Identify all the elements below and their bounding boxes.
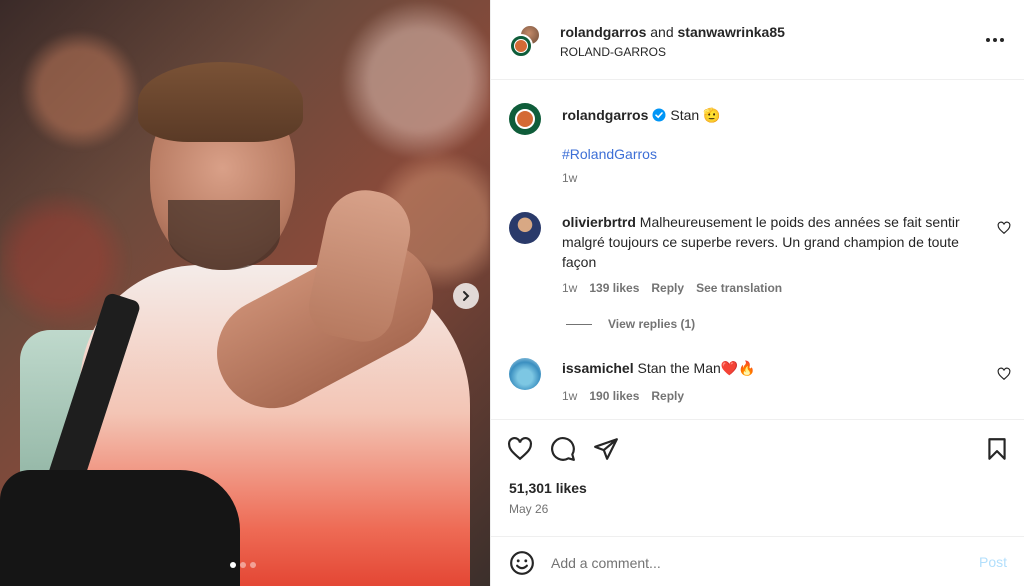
caption-meta: 1w [562, 171, 577, 185]
tennis-player-photo [0, 0, 490, 586]
save-button[interactable] [984, 436, 1010, 462]
caption-time[interactable]: 1w [562, 171, 577, 185]
avatar[interactable] [509, 103, 541, 135]
comment-time[interactable]: 1w [562, 281, 577, 295]
carousel-dot [240, 562, 246, 568]
view-replies-label: View replies (1) [608, 317, 696, 331]
heart-icon [508, 436, 532, 461]
replies-divider [566, 323, 592, 325]
see-translation-button[interactable]: See translation [696, 281, 782, 295]
comment-icon [551, 437, 575, 461]
comment-meta: 1w 139 likes Reply See translation [562, 281, 782, 295]
comment-text: Stan the Man❤️🔥 [637, 360, 756, 376]
comment-username[interactable]: olivierbrtrd [562, 214, 636, 230]
caption-hashtag[interactable]: #RolandGarros [562, 146, 657, 162]
bookmark-icon [988, 438, 1006, 460]
carousel-dot [230, 562, 236, 568]
post-details-panel: rolandgarros and stanwawrinka85 ROLAND-G… [490, 0, 1024, 586]
comment-likes[interactable]: 190 likes [589, 389, 639, 403]
like-comment-heart-icon[interactable] [997, 367, 1011, 381]
carousel-next-button[interactable] [453, 283, 479, 309]
author-link[interactable]: rolandgarros [560, 24, 646, 40]
chevron-right-icon [463, 291, 470, 301]
avatar[interactable] [509, 212, 541, 244]
emoji-button[interactable] [509, 550, 535, 576]
comment-button[interactable] [550, 436, 576, 462]
like-comment-heart-icon[interactable] [997, 221, 1011, 235]
view-replies-button[interactable]: View replies (1) [566, 317, 695, 331]
comment-time[interactable]: 1w [562, 389, 577, 403]
author-link[interactable]: stanwawrinka85 [678, 24, 785, 40]
post-authors: rolandgarros and stanwawrinka85 [560, 24, 785, 40]
comment-body: issamichel Stan the Man❤️🔥 [562, 358, 982, 378]
post-comment-button[interactable]: Post [979, 554, 1007, 570]
add-comment-bar: Post [491, 536, 1024, 586]
caption: rolandgarros Stan 🫡 [562, 105, 720, 125]
post-header: rolandgarros and stanwawrinka85 ROLAND-G… [491, 0, 1024, 80]
avatar [509, 34, 533, 58]
more-horizontal-icon [986, 38, 1004, 42]
send-icon [594, 438, 618, 460]
post-photo[interactable] [0, 0, 490, 586]
comment-meta: 1w 190 likes Reply [562, 389, 684, 403]
post-actions: 51,301 likes May 26 Post [491, 419, 1024, 586]
comment-username[interactable]: issamichel [562, 360, 634, 376]
emoji-icon [510, 551, 534, 575]
likes-count[interactable]: 51,301 likes [509, 480, 587, 496]
instagram-post-modal: rolandgarros and stanwawrinka85 ROLAND-G… [0, 0, 1024, 586]
caption-username[interactable]: rolandgarros [562, 105, 648, 125]
avatar[interactable] [509, 358, 541, 390]
comment-body: olivierbrtrd Malheureusement le poids de… [562, 212, 982, 272]
more-options-button[interactable] [983, 30, 1007, 50]
share-button[interactable] [593, 436, 619, 462]
like-button[interactable] [507, 436, 533, 462]
author-joiner: and [650, 24, 674, 40]
post-date[interactable]: May 26 [509, 502, 548, 516]
collab-avatars[interactable] [509, 24, 545, 60]
carousel-dot [250, 562, 256, 568]
reply-button[interactable]: Reply [651, 389, 684, 403]
reply-button[interactable]: Reply [651, 281, 684, 295]
carousel-dots [230, 562, 256, 568]
post-location[interactable]: ROLAND-GARROS [560, 45, 666, 59]
comment-likes[interactable]: 139 likes [589, 281, 639, 295]
verified-badge-icon [652, 108, 666, 122]
caption-text: Stan 🫡 [670, 107, 721, 123]
comment-input[interactable] [551, 550, 951, 576]
